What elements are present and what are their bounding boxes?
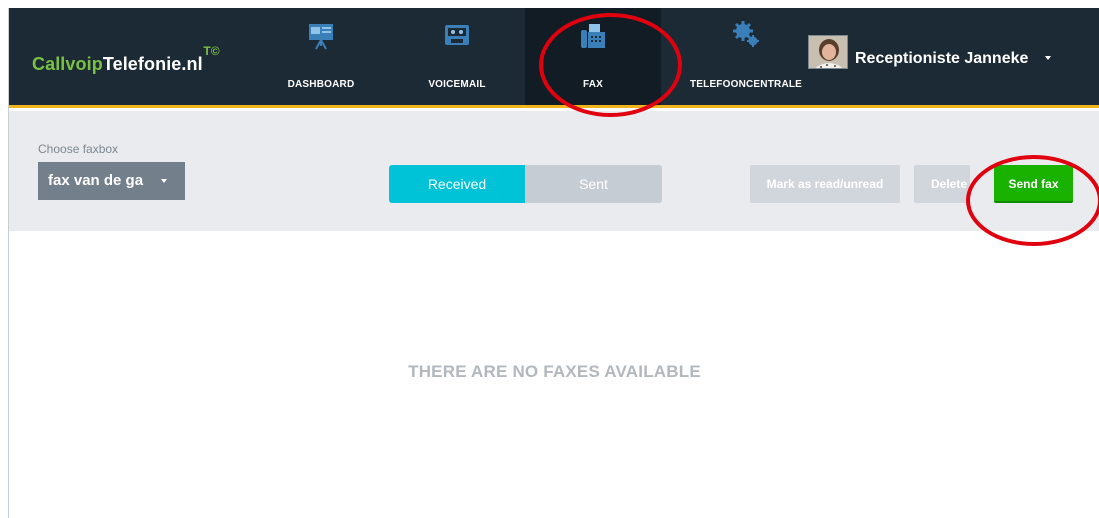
nav-label-telefooncentrale: TELEFOONCENTRALE: [689, 79, 803, 90]
presentation-board-icon: [309, 24, 333, 50]
app-frame: CallvoipTelefonie.nl T© DASHBOARD VOICEM…: [8, 8, 1099, 518]
nav-item-voicemail[interactable]: VOICEMAIL: [407, 8, 507, 105]
mark-read-unread-button[interactable]: Mark as read/unread: [750, 165, 900, 203]
choose-faxbox-label: Choose faxbox: [38, 142, 119, 156]
user-menu-name[interactable]: Receptioniste Janneke: [855, 50, 1028, 68]
send-fax-button[interactable]: Send fax: [994, 165, 1073, 203]
logo-text-callvoip: Callvoip: [32, 54, 103, 74]
fax-machine-icon: [581, 24, 605, 48]
cassette-tape-icon: [445, 25, 469, 45]
tab-received[interactable]: Received: [389, 165, 525, 203]
avatar[interactable]: [808, 35, 848, 69]
faxbox-selected-value: fax van de ga: [48, 172, 144, 189]
tab-sent[interactable]: Sent: [525, 165, 662, 203]
nav-item-dashboard[interactable]: DASHBOARD: [271, 8, 371, 105]
top-navigation-bar: CallvoipTelefonie.nl T© DASHBOARD VOICEM…: [9, 8, 1099, 108]
gears-icon: [733, 21, 759, 47]
fax-toolbar: Choose faxbox fax van de ga Received Sen…: [9, 111, 1099, 231]
delete-button[interactable]: Delete: [914, 165, 970, 203]
logo-text-telefonie: Telefonie.nl: [102, 54, 203, 74]
nav-item-telefooncentrale[interactable]: TELEFOONCENTRALE: [681, 8, 811, 105]
brand-logo[interactable]: CallvoipTelefonie.nl T©: [32, 44, 220, 75]
chevron-down-icon: [161, 179, 167, 183]
nav-label-voicemail: VOICEMAIL: [428, 79, 486, 90]
chevron-down-icon[interactable]: [1045, 56, 1051, 60]
nav-item-fax[interactable]: FAX: [525, 8, 661, 105]
user-photo-icon: [809, 36, 847, 68]
nav-label-fax: FAX: [582, 79, 604, 90]
logo-trademark: T©: [203, 44, 220, 58]
faxbox-select[interactable]: fax van de ga: [38, 162, 185, 200]
nav-label-dashboard: DASHBOARD: [287, 79, 355, 90]
empty-state-message: THERE ARE NO FAXES AVAILABLE: [408, 362, 701, 381]
